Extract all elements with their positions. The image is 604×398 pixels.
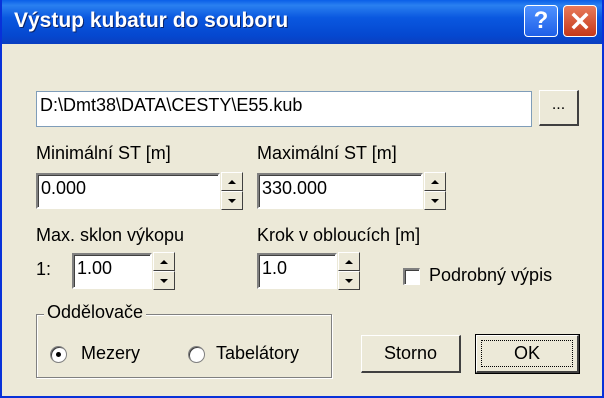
max-slope-spinner[interactable] — [153, 252, 175, 290]
help-button[interactable]: ? — [524, 5, 558, 37]
max-st-up-button[interactable] — [424, 172, 446, 191]
file-path-value: D:\Dmt38\DATA\CESTY\E55.kub — [40, 95, 303, 115]
dialog-window: Výstup kubatur do souboru ? D:\Dmt38\DAT… — [0, 0, 604, 398]
arrow-up-icon — [345, 259, 353, 264]
close-button[interactable] — [563, 5, 597, 37]
detailed-output-label[interactable]: Podrobný výpis — [429, 265, 552, 286]
min-st-field[interactable]: 0.000 — [36, 173, 220, 209]
browse-label: ... — [551, 96, 566, 113]
max-slope-value: 1.00 — [77, 258, 113, 278]
arc-step-label: Krok v obloucích [m] — [257, 225, 421, 245]
help-icon: ? — [533, 7, 549, 34]
max-slope-field[interactable]: 1.00 — [72, 253, 152, 289]
arc-step-field[interactable]: 1.0 — [257, 253, 337, 289]
arrow-up-icon — [228, 179, 236, 184]
radio-spaces[interactable] — [50, 346, 67, 363]
separators-group-title: Oddělovače — [44, 302, 147, 323]
max-st-spinner[interactable] — [424, 172, 446, 210]
detailed-output-checkbox[interactable] — [403, 268, 420, 285]
radio-selected-dot — [56, 352, 61, 357]
cancel-button-label: Storno — [383, 343, 438, 363]
min-st-down-button[interactable] — [221, 191, 243, 210]
arc-step-up-button[interactable] — [338, 252, 360, 271]
max-st-label: Maximální ST [m] — [257, 143, 397, 163]
title-bar[interactable]: Výstup kubatur do souboru ? — [2, 0, 602, 44]
arrow-down-icon — [345, 278, 353, 283]
arc-step-value: 1.0 — [262, 258, 288, 278]
max-slope-down-button[interactable] — [153, 271, 175, 290]
max-slope-prefix: 1: — [36, 259, 52, 279]
close-icon — [571, 12, 589, 30]
min-st-spinner[interactable] — [221, 172, 243, 210]
arc-step-down-button[interactable] — [338, 271, 360, 290]
arrow-down-icon — [160, 278, 168, 283]
radio-tabs[interactable] — [188, 346, 205, 363]
arrow-up-icon — [160, 259, 168, 264]
file-path-input[interactable]: D:\Dmt38\DATA\CESTY\E55.kub — [36, 91, 532, 127]
arrow-down-icon — [431, 198, 439, 203]
arrow-up-icon — [431, 179, 439, 184]
window-title: Výstup kubatur do souboru — [14, 9, 289, 32]
radio-tabs-label[interactable]: Tabelátory — [216, 343, 299, 364]
arrow-down-icon — [228, 198, 236, 203]
min-st-label: Minimální ST [m] — [36, 143, 171, 163]
max-st-down-button[interactable] — [424, 191, 446, 210]
radio-spaces-label[interactable]: Mezery — [81, 343, 140, 364]
max-slope-up-button[interactable] — [153, 252, 175, 271]
max-st-field[interactable]: 330.000 — [257, 173, 423, 209]
arc-step-spinner[interactable] — [338, 252, 360, 290]
browse-button[interactable]: ... — [539, 90, 579, 126]
max-st-value: 330.000 — [262, 178, 328, 198]
cancel-button[interactable]: Storno — [361, 335, 461, 373]
max-slope-label: Max. sklon výkopu — [36, 225, 185, 245]
ok-button-label: OK — [513, 343, 540, 363]
min-st-value: 0.000 — [41, 178, 87, 198]
min-st-up-button[interactable] — [221, 172, 243, 191]
ok-button[interactable]: OK — [475, 334, 580, 374]
